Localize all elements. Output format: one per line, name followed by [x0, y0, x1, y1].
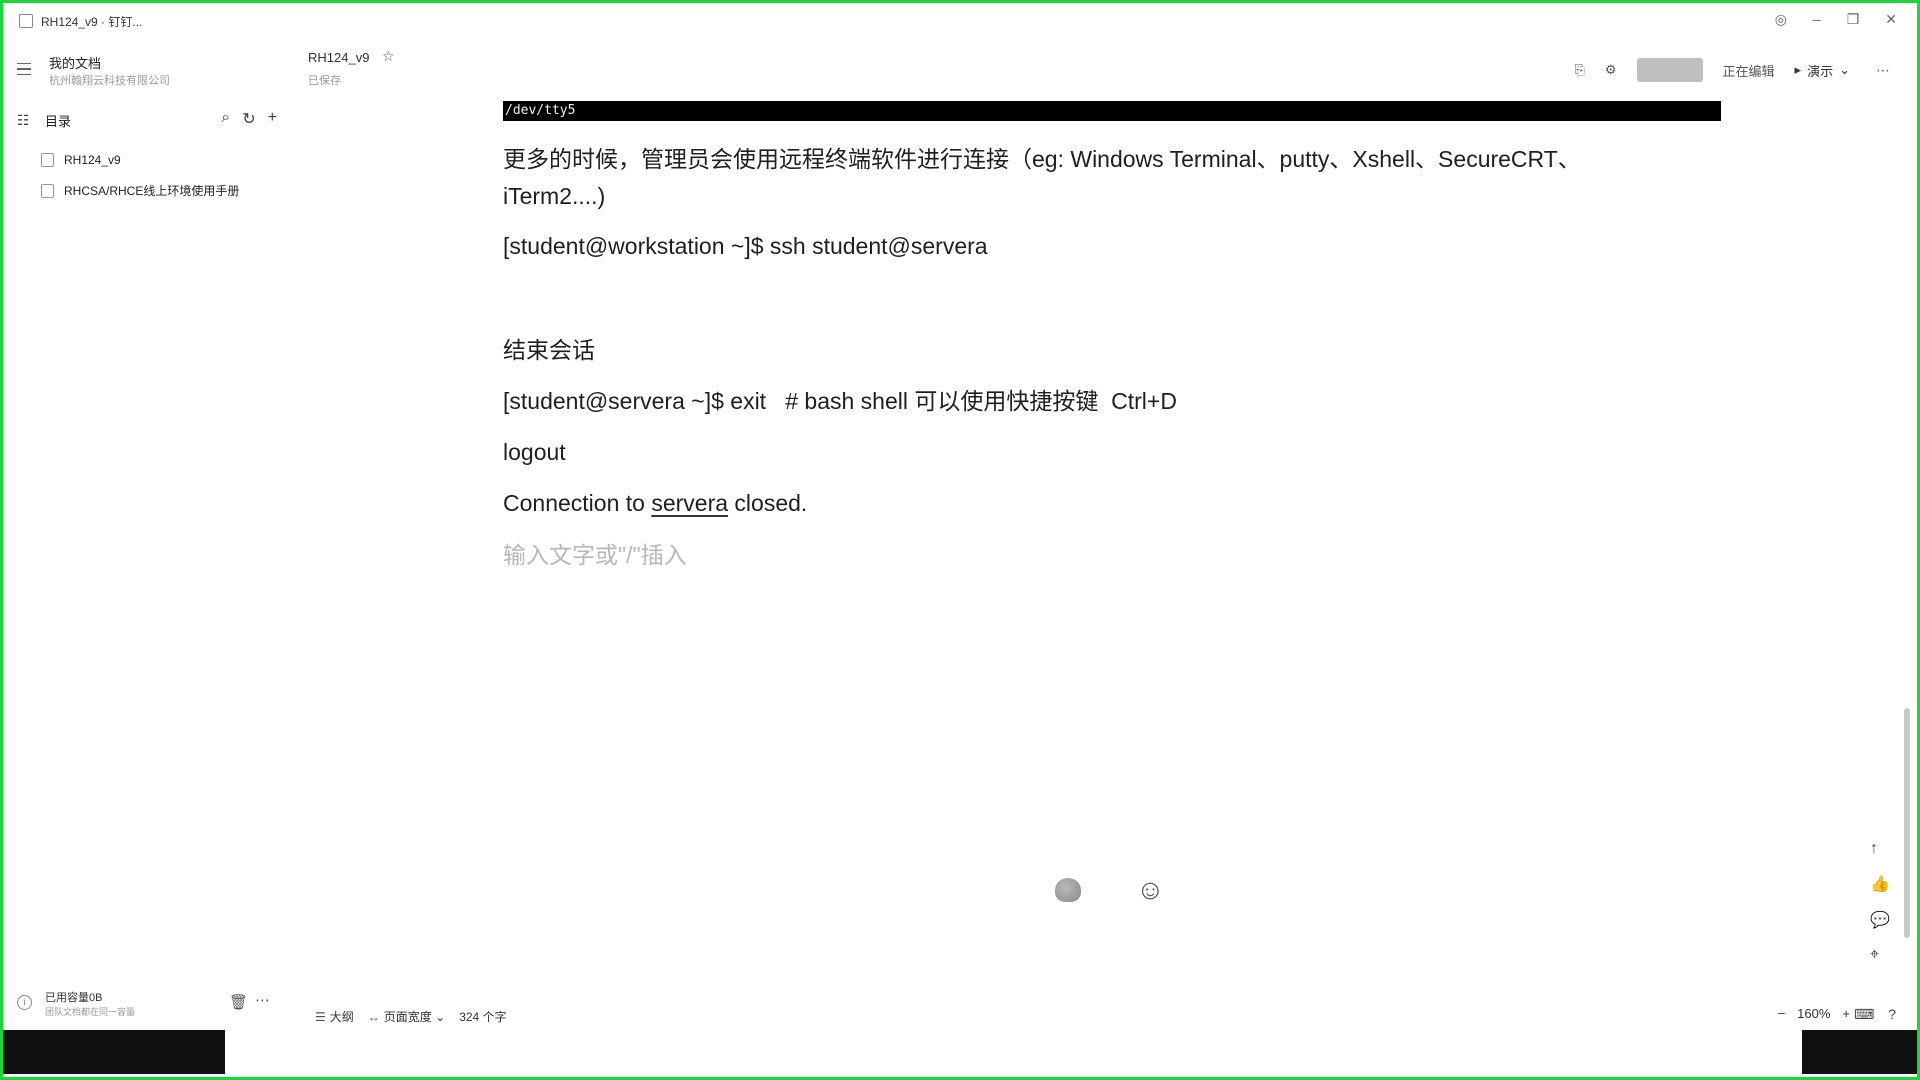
close-icon[interactable]: ✕ — [1885, 11, 1897, 28]
more-options-icon[interactable]: ⋯ — [1876, 62, 1890, 79]
paragraph-remote-tools[interactable]: 更多的时候，管理员会使用远程终端软件进行连接（eg: Windows Termi… — [503, 140, 1581, 178]
history-icon[interactable]: ⎘ — [1574, 62, 1584, 78]
keyboard-icon[interactable]: ⌨ — [1854, 1006, 1874, 1023]
window-title: RH124_v9 · 钉钉... — [41, 14, 143, 29]
zoom-level[interactable]: 160% — [1797, 1006, 1830, 1021]
sidebar: 我的文档 杭州翰翔云科技有限公司 ☷ 目录 ⌕ ↻ + RH124_v9 RHC… — [3, 39, 293, 1029]
float-toolbar: ↑ 👍 💬 ⌖ — [1870, 840, 1890, 964]
like-icon[interactable]: 👍 — [1870, 874, 1890, 894]
zoom-out-icon[interactable]: − — [1778, 1006, 1786, 1021]
storage-note: 团队文档都在同一容量 — [45, 1007, 136, 1017]
trash-icon[interactable]: 🗑 — [229, 993, 248, 1011]
width-icon: ↔ — [367, 1010, 380, 1024]
document-icon — [41, 183, 54, 198]
bottom-right-tools: ⌨ ? — [1854, 1006, 1896, 1023]
window-controls: ◎ – ❐ ✕ — [1775, 11, 1897, 28]
sidebar-item-label: RH124_v9 — [64, 153, 121, 167]
page-width-button[interactable]: ↔ 页面宽度 ⌄ — [368, 1008, 445, 1025]
present-label: 演示 — [1807, 63, 1834, 79]
chevron-down-icon: ⌄ — [1839, 62, 1850, 77]
collab-icon[interactable]: ⚙ — [1605, 62, 1617, 78]
add-icon[interactable]: + — [268, 109, 277, 129]
app-icon — [19, 14, 33, 28]
page-width-label: 页面宽度 — [383, 1010, 432, 1024]
zoom-control: − 160% + — [1778, 1006, 1850, 1021]
toc-title[interactable]: 目录 — [45, 111, 71, 130]
outline-icon: ☰ — [315, 1010, 326, 1024]
editor-placeholder[interactable]: 输入文字或"/"插入 — [503, 536, 687, 574]
terminal-image: /dev/tty5 — [503, 101, 1721, 121]
comment-icon[interactable]: 💬 — [1870, 910, 1890, 930]
more-icon[interactable]: ⋯ — [255, 991, 270, 1009]
command-ssh[interactable]: [student@workstation ~]$ ssh student@ser… — [503, 227, 988, 265]
storage-used: 已用容量0B — [45, 992, 103, 1004]
doc-title[interactable]: RH124_v9 — [308, 50, 369, 65]
sidebar-item-label: RHCSA/RHCE线上环境使用手册 — [64, 184, 240, 198]
star-icon[interactable]: ☆ — [382, 48, 395, 65]
doc-toolbar: ⎘ ⚙ 正在编辑 ▸ 演示 ⌄ — [1574, 58, 1850, 82]
editing-status: 正在编辑 — [1722, 63, 1775, 79]
menu-icon[interactable] — [17, 63, 31, 75]
heading-end-session[interactable]: 结束会话 — [503, 331, 595, 369]
add-reaction-icon[interactable]: ☺ — [1136, 874, 1165, 906]
status-bar: ☰ 大纲 ↔ 页面宽度 ⌄ 324 个字 — [315, 1008, 507, 1025]
help-icon[interactable]: ? — [1888, 1006, 1896, 1023]
scrollbar-thumb[interactable] — [1904, 708, 1910, 938]
output-suffix: closed. — [728, 490, 808, 516]
toc-header: ☷ 目录 ⌕ ↻ + — [17, 109, 277, 131]
saved-status: 已保存 — [308, 75, 341, 87]
info-icon[interactable]: i — [17, 995, 32, 1010]
workspace-org: 杭州翰翔云科技有限公司 — [49, 75, 170, 87]
storage-footer: i 已用容量0B 团队文档都在同一容量 🗑 ⋯ — [17, 987, 279, 1021]
sticker-icon[interactable] — [1055, 878, 1081, 902]
title-bar: RH124_v9 · 钉钉... ◎ – ❐ ✕ — [3, 3, 1917, 39]
toc-icon: ☷ — [17, 111, 30, 128]
host-word: servera — [651, 490, 729, 516]
document-icon — [41, 153, 54, 167]
outline-label: 大纲 — [329, 1010, 354, 1024]
sidebar-item-manual[interactable]: RHCSA/RHCE线上环境使用手册 — [41, 182, 239, 199]
minimize-icon[interactable]: – — [1813, 11, 1821, 28]
command-exit[interactable]: [student@servera ~]$ exit # bash shell 可… — [503, 382, 1177, 420]
sidebar-item-rh124[interactable]: RH124_v9 — [41, 153, 121, 167]
refresh-icon[interactable]: ↻ — [242, 109, 255, 129]
output-logout[interactable]: logout — [503, 433, 566, 471]
paragraph-remote-tools-cont[interactable]: iTerm2....) — [503, 177, 605, 215]
output-connection-closed[interactable]: Connection to servera closed. — [503, 484, 807, 522]
avatar-group[interactable] — [1636, 58, 1703, 82]
overlay-dark-left — [3, 1030, 225, 1074]
restore-icon[interactable]: ❐ — [1847, 11, 1860, 28]
search-icon[interactable]: ⌕ — [221, 109, 230, 129]
zoom-in-icon[interactable]: + — [1842, 1006, 1850, 1021]
present-button[interactable]: ▸ 演示 ⌄ — [1795, 61, 1850, 80]
outline-button[interactable]: ☰ 大纲 — [315, 1008, 354, 1025]
play-icon: ▸ — [1794, 62, 1802, 77]
workspace-name[interactable]: 我的文档 — [49, 53, 101, 72]
feedback-area: ☺ — [1055, 874, 1165, 906]
word-count: 324 个字 — [459, 1010, 507, 1024]
location-icon[interactable]: ⌖ — [1870, 946, 1890, 964]
output-prefix: Connection to — [503, 490, 652, 516]
pin-icon[interactable]: ◎ — [1775, 11, 1787, 28]
back-to-top-icon[interactable]: ↑ — [1870, 840, 1890, 858]
overlay-dark-right — [1802, 1030, 1917, 1074]
